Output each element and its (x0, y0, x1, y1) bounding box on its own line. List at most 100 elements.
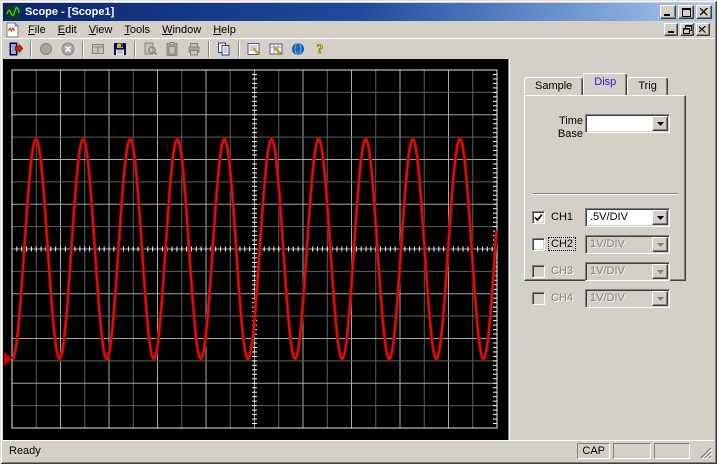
capture-window-button (87, 39, 109, 59)
scope-display (3, 59, 508, 440)
trigger-level-marker[interactable] (4, 352, 12, 366)
minimize-button[interactable] (660, 5, 676, 19)
maximize-button[interactable] (678, 5, 694, 19)
ch2-label[interactable]: CH2 (547, 237, 577, 251)
options-icon (268, 41, 284, 57)
exit-icon (8, 41, 24, 57)
close-button[interactable] (696, 5, 712, 19)
time-base-label: Time Base (557, 115, 583, 140)
ch4-voltage-select: 1V/DIV (585, 289, 670, 308)
ch2-dropdown-button (652, 237, 668, 252)
save-icon (112, 41, 128, 57)
document-icon[interactable] (4, 21, 20, 38)
ch4-checkbox (532, 292, 545, 305)
cap-indicator: CAP (577, 443, 610, 459)
mdi-minimize-button[interactable] (664, 23, 678, 36)
channel-row-ch1: CH1 .5V/DIV (525, 208, 687, 227)
ch1-label[interactable]: CH1 (549, 211, 575, 223)
time-base-value (586, 115, 651, 132)
check-icon (534, 213, 543, 222)
stop-icon (60, 41, 76, 57)
channel-row-ch4: CH4 1V/DIV (525, 289, 687, 308)
print-preview-button (139, 39, 161, 59)
web-button[interactable] (287, 39, 309, 59)
ch3-voltage-select: 1V/DIV (585, 262, 670, 281)
properties-icon (246, 41, 262, 57)
capture-window-icon (90, 41, 106, 57)
ch2-voltage-select: 1V/DIV (585, 235, 670, 254)
chevron-down-icon (656, 215, 664, 220)
control-panel: Sample Disp Trig Time Base CH1 .5V/DIV CH2 1V… (508, 59, 714, 440)
titlebar: Scope - [Scope1] (3, 3, 714, 21)
mdi-restore-button[interactable] (680, 23, 694, 36)
toolbar: ? (3, 38, 714, 59)
options-button[interactable] (265, 39, 287, 59)
status-message: Ready (9, 445, 41, 457)
record-button (35, 39, 57, 59)
channel-row-ch2: CH2 1V/DIV (525, 235, 687, 254)
properties-button[interactable] (243, 39, 265, 59)
copy-icon (216, 41, 232, 57)
svg-text:?: ? (317, 43, 324, 58)
client-area: Sample Disp Trig Time Base CH1 .5V/DIV CH2 1V… (3, 59, 714, 440)
save-button[interactable] (109, 39, 131, 59)
tab-disp[interactable]: Disp (583, 73, 628, 95)
chevron-down-icon (656, 121, 664, 126)
menu-window[interactable]: Window (156, 23, 207, 37)
toolbar-separator (82, 41, 84, 57)
print-icon (186, 41, 202, 57)
mdi-close-button[interactable] (696, 23, 710, 36)
menu-file[interactable]: File (22, 23, 52, 37)
chevron-down-icon (656, 296, 664, 301)
ch4-voltage-value: 1V/DIV (590, 292, 625, 304)
toolbar-separator (30, 41, 32, 57)
ch1-dropdown-button[interactable] (652, 210, 668, 225)
ch2-checkbox[interactable] (532, 238, 545, 251)
ch1-voltage-value: .5V/DIV (590, 211, 628, 223)
tab-trig[interactable]: Trig (627, 77, 668, 95)
ch3-label: CH3 (551, 265, 574, 277)
menu-edit[interactable]: Edit (52, 23, 83, 37)
toolbar-separator (208, 41, 210, 57)
resize-grip[interactable] (699, 446, 713, 460)
window-title: Scope - [Scope1] (25, 6, 115, 18)
status-cell-2 (613, 443, 651, 459)
separator (532, 193, 678, 195)
copy-button[interactable] (213, 39, 235, 59)
statusbar: Ready CAP (3, 440, 714, 461)
channel-row-ch3: CH3 1V/DIV (525, 262, 687, 281)
ch3-checkbox (532, 265, 545, 278)
help-button[interactable]: ? (309, 39, 331, 59)
exit-button[interactable] (5, 39, 27, 59)
chevron-down-icon (656, 242, 664, 247)
disp-tab-page: Time Base CH1.5V/DIV CH2 1V/DIV CH3 1V/DIV CH… (524, 95, 687, 308)
menu-tools[interactable]: Tools (118, 23, 156, 37)
record-icon (38, 41, 54, 57)
ch4-label: CH4 (551, 292, 574, 304)
toolbar-separator (134, 41, 136, 57)
main-window: Scope - [Scope1] File Edit View Tools Window… (0, 0, 717, 464)
chevron-down-icon (656, 269, 664, 274)
menubar: File Edit View Tools Window Help (3, 21, 714, 38)
print-button (183, 39, 205, 59)
time-base-select[interactable] (585, 114, 670, 133)
help-icon: ? (312, 41, 328, 57)
menu-view[interactable]: View (83, 23, 119, 37)
toolbar-separator (238, 41, 240, 57)
status-cell-3 (654, 443, 690, 459)
ch1-checkbox[interactable] (532, 211, 545, 224)
panel-tabs: Sample Disp Trig (524, 72, 668, 95)
app-icon[interactable] (6, 5, 21, 19)
ch3-voltage-value: 1V/DIV (590, 265, 625, 277)
print-preview-icon (142, 41, 158, 57)
menu-help[interactable]: Help (207, 23, 242, 37)
tab-sample[interactable]: Sample (524, 77, 584, 95)
ch1-voltage-select[interactable]: .5V/DIV (585, 208, 670, 227)
ch3-dropdown-button (652, 264, 668, 279)
time-base-dropdown-button[interactable] (652, 116, 668, 131)
paste-icon (164, 41, 180, 57)
web-icon (290, 41, 306, 57)
ch2-voltage-value: 1V/DIV (590, 238, 625, 250)
paste-button (161, 39, 183, 59)
ch4-dropdown-button (652, 291, 668, 306)
